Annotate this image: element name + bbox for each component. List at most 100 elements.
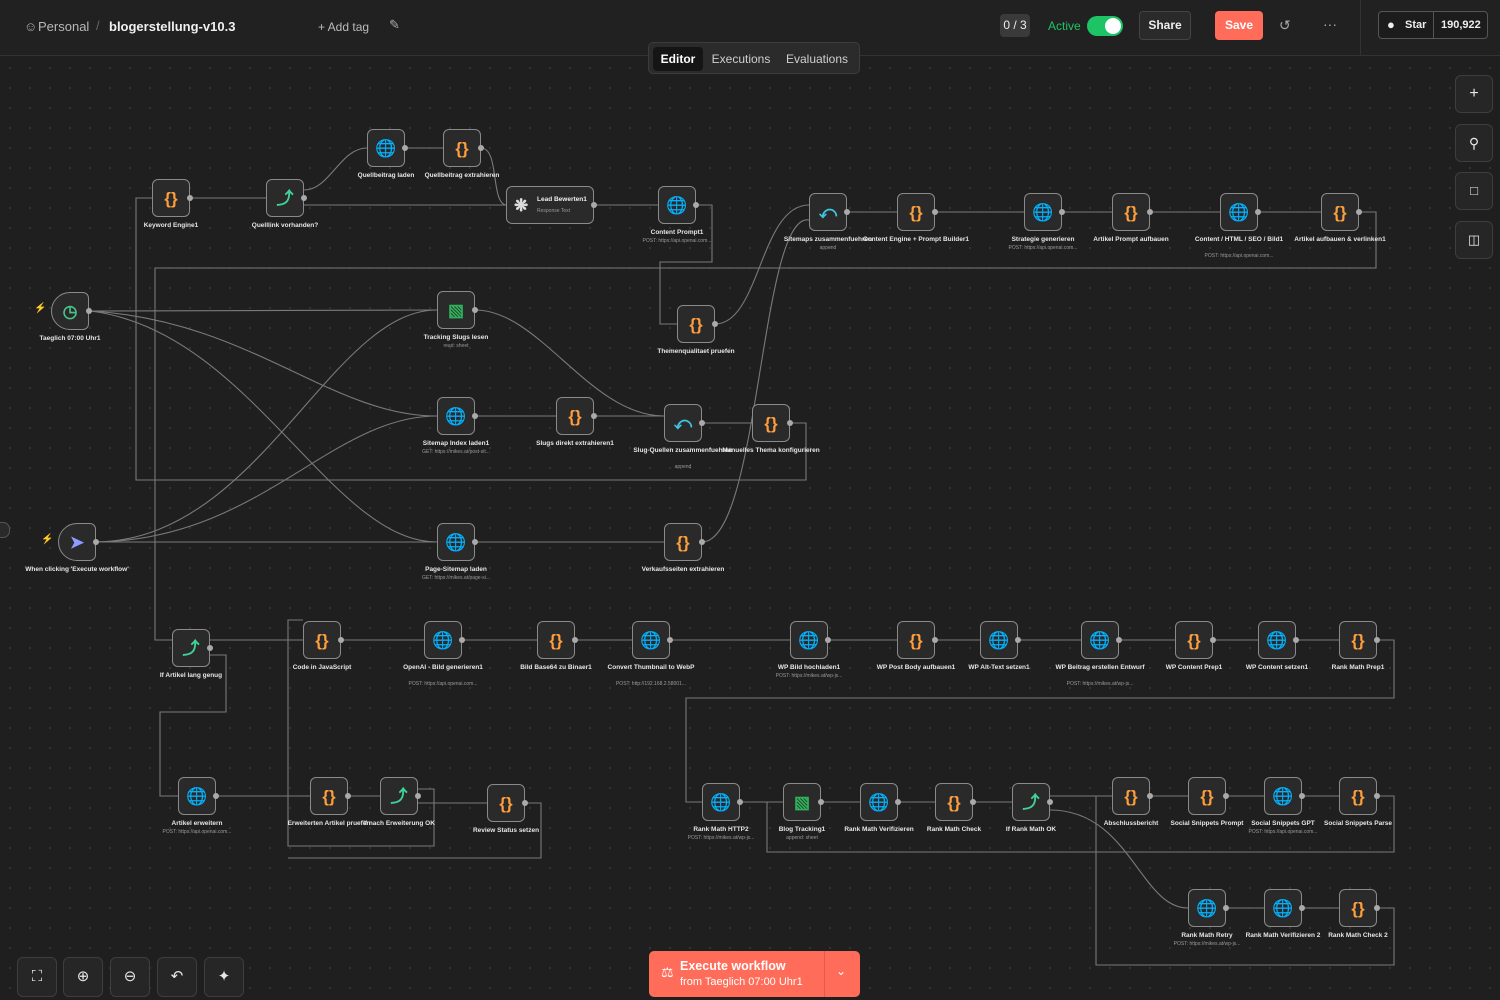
output-port[interactable] <box>1223 905 1229 911</box>
node-convert[interactable]: 🌐 <box>632 621 670 659</box>
node-codejs[interactable]: {} <box>303 621 341 659</box>
output-port[interactable] <box>415 793 421 799</box>
node-ifnach[interactable]: ⤴ <box>380 777 418 815</box>
github-star-button[interactable]: ● Star 190,922 <box>1378 11 1488 39</box>
undo-button[interactable]: ↶ <box>157 957 197 997</box>
output-port[interactable] <box>472 413 478 419</box>
node-quelllink[interactable]: ⤴ <box>266 179 304 217</box>
output-port[interactable] <box>1210 637 1216 643</box>
more-options-icon[interactable]: ··· <box>1323 16 1337 32</box>
breadcrumb-project[interactable]: Personal <box>38 19 89 34</box>
node-contenthtml[interactable]: 🌐 <box>1220 193 1258 231</box>
output-port[interactable] <box>1059 209 1065 215</box>
output-port[interactable] <box>1047 799 1053 805</box>
node-socialprompt[interactable]: {} <box>1188 777 1226 815</box>
output-port[interactable] <box>472 307 478 313</box>
output-port[interactable] <box>1293 637 1299 643</box>
output-port[interactable] <box>213 793 219 799</box>
output-port[interactable] <box>712 321 718 327</box>
output-port[interactable] <box>693 202 699 208</box>
execute-workflow-button[interactable]: ⚖ Execute workflow from Taeglich 07:00 U… <box>649 951 860 997</box>
history-icon[interactable]: ↺ <box>1279 17 1291 34</box>
node-wpbild[interactable]: 🌐 <box>790 621 828 659</box>
active-toggle[interactable] <box>1087 16 1123 36</box>
node-iflang[interactable]: ⤴ <box>172 629 210 667</box>
output-port[interactable] <box>1116 637 1122 643</box>
node-contentengine[interactable]: {} <box>897 193 935 231</box>
node-blogtrack[interactable]: ▧ <box>783 783 821 821</box>
output-port[interactable] <box>207 645 213 651</box>
node-wpcontentprep[interactable]: {} <box>1175 621 1213 659</box>
node-wpcontentset[interactable]: 🌐 <box>1258 621 1296 659</box>
output-port[interactable] <box>522 800 528 806</box>
tab-executions[interactable]: Executions <box>707 47 775 71</box>
node-lead[interactable]: ❋ Lead Bewerten1 Response Text <box>506 186 594 224</box>
node-rankretry[interactable]: 🌐 <box>1188 889 1226 927</box>
node-socialgpt[interactable]: 🌐 <box>1264 777 1302 815</box>
output-port[interactable] <box>844 209 850 215</box>
output-port[interactable] <box>478 145 484 151</box>
node-wpalt[interactable]: 🌐 <box>980 621 1018 659</box>
add-tag-button[interactable]: + Add tag <box>318 20 369 34</box>
node-artikelaufbauen[interactable]: {} <box>1321 193 1359 231</box>
output-port[interactable] <box>345 793 351 799</box>
node-slugquellen[interactable]: ⤺ <box>664 404 702 442</box>
tidy-up-button[interactable]: ✦ <box>204 957 244 997</box>
output-port[interactable] <box>591 202 597 208</box>
node-ifrank[interactable]: ⤴ <box>1012 783 1050 821</box>
output-port[interactable] <box>402 145 408 151</box>
node-review[interactable]: {} <box>487 784 525 822</box>
node-abschluss[interactable]: {} <box>1112 777 1150 815</box>
node-artikelerw[interactable]: 🌐 <box>178 777 216 815</box>
add-node-button[interactable]: + <box>1455 75 1493 113</box>
output-port[interactable] <box>1374 637 1380 643</box>
output-port[interactable] <box>1223 793 1229 799</box>
workflow-name[interactable]: blogerstellung-v10.3 <box>109 19 235 34</box>
share-button[interactable]: Share <box>1139 11 1191 40</box>
output-port[interactable] <box>338 637 344 643</box>
output-port[interactable] <box>1299 793 1305 799</box>
output-port[interactable] <box>895 799 901 805</box>
output-port[interactable] <box>699 539 705 545</box>
output-port[interactable] <box>301 195 307 201</box>
output-port[interactable] <box>1299 905 1305 911</box>
zoom-out-button[interactable]: ⊖ <box>110 957 150 997</box>
chevron-down-icon[interactable]: ⌄ <box>836 964 846 978</box>
output-port[interactable] <box>93 539 99 545</box>
node-keyword[interactable]: {} <box>152 179 190 217</box>
node-contentprompt[interactable]: 🌐 <box>658 186 696 224</box>
save-button[interactable]: Save <box>1215 11 1263 40</box>
node-openaibild[interactable]: 🌐 <box>424 621 462 659</box>
node-verkauf[interactable]: {} <box>664 523 702 561</box>
node-rankhttp[interactable]: 🌐 <box>702 783 740 821</box>
node-rankcheck2[interactable]: {} <box>1339 889 1377 927</box>
edit-description-icon[interactable]: ✎ <box>389 17 400 33</box>
node-rankprep[interactable]: {} <box>1339 621 1377 659</box>
node-themen[interactable]: {} <box>677 305 715 343</box>
node-manuell[interactable]: {} <box>752 404 790 442</box>
output-port[interactable] <box>825 637 831 643</box>
toggle-panel-button[interactable]: ◫ <box>1455 221 1493 259</box>
sticky-note-button[interactable]: □ <box>1455 172 1493 210</box>
output-port[interactable] <box>932 637 938 643</box>
output-port[interactable] <box>1356 209 1362 215</box>
output-port[interactable] <box>1015 637 1021 643</box>
node-wppost[interactable]: {} <box>897 621 935 659</box>
node-artikelprompt[interactable]: {} <box>1112 193 1150 231</box>
node-wpbeitrag[interactable]: 🌐 <box>1081 621 1119 659</box>
output-port[interactable] <box>459 637 465 643</box>
output-port[interactable] <box>699 420 705 426</box>
output-port[interactable] <box>1255 209 1261 215</box>
node-strategie[interactable]: 🌐 <box>1024 193 1062 231</box>
tab-editor[interactable]: Editor <box>653 47 703 71</box>
output-port[interactable] <box>932 209 938 215</box>
output-port[interactable] <box>591 413 597 419</box>
node-tracking[interactable]: ▧ <box>437 291 475 329</box>
node-quellextr[interactable]: {} <box>443 129 481 167</box>
zoom-in-button[interactable]: ⊕ <box>63 957 103 997</box>
node-rankverif[interactable]: 🌐 <box>860 783 898 821</box>
output-port[interactable] <box>787 420 793 426</box>
output-port[interactable] <box>667 637 673 643</box>
node-quellbeitrag[interactable]: 🌐 <box>367 129 405 167</box>
output-port[interactable] <box>1147 209 1153 215</box>
